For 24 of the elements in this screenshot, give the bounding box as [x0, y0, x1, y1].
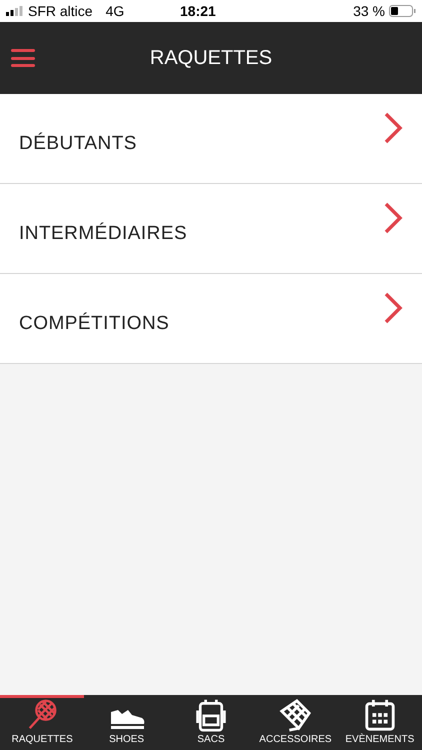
category-row[interactable]: COMPÉTITIONS — [0, 274, 422, 364]
category-row[interactable]: INTERMÉDIAIRES — [0, 184, 422, 274]
carrier-name: SFR altice — [28, 2, 93, 20]
category-label: DÉBUTANTS — [19, 132, 137, 156]
category-label: INTERMÉDIAIRES — [19, 222, 188, 246]
category-row[interactable]: DÉBUTANTS — [0, 94, 422, 184]
tab-button[interactable]: RAQUETTES — [0, 695, 84, 750]
tab-button[interactable]: ACCESSOIRES — [253, 695, 338, 750]
backpack-icon — [194, 698, 228, 732]
clock: 18:21 — [180, 2, 216, 20]
page-title: RAQUETTES — [150, 46, 272, 71]
tab-button[interactable]: SACS — [168, 695, 254, 750]
chevron-icon — [383, 290, 403, 324]
signal-icon — [6, 6, 23, 16]
tab-button[interactable]: SHOES — [84, 695, 169, 750]
chevron-icon — [383, 110, 403, 144]
tab-button[interactable]: EVÈNEMENTS — [338, 695, 422, 750]
network-type: 4G — [106, 2, 124, 20]
chevron-icon — [383, 200, 403, 234]
calendar-icon — [362, 698, 397, 732]
category-label: COMPÉTITIONS — [19, 312, 170, 336]
menu-button[interactable] — [11, 49, 35, 67]
battery-percent: 33 % — [353, 2, 385, 20]
battery-icon — [389, 5, 416, 17]
